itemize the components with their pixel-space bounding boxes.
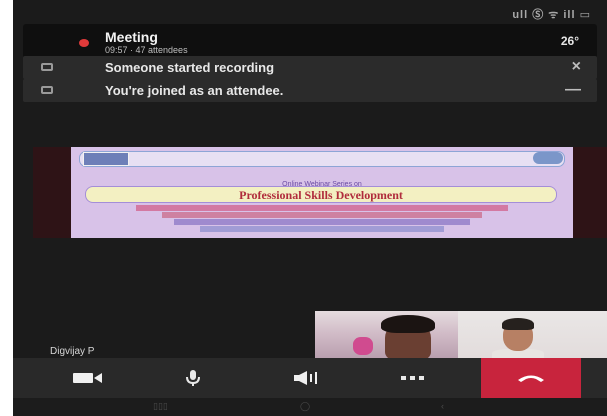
video-camera-icon bbox=[73, 373, 102, 383]
presentation-slide: Online Webinar Series on Professional Sk… bbox=[71, 147, 573, 238]
slide-title-box: Professional Skills Development bbox=[85, 186, 557, 203]
recording-notification: Someone started recording × bbox=[23, 56, 597, 79]
slide-header-bar bbox=[79, 151, 565, 167]
more-options-button[interactable] bbox=[368, 358, 458, 398]
teams-call-screen: ⁠ull Ⓢ ᯤ ⁠ill ▭ Meeting 09:57 · 47 atten… bbox=[13, 0, 607, 416]
meeting-duration-attendees: 09:57 · 47 attendees bbox=[105, 45, 188, 55]
dismiss-attendee-notification-button[interactable]: — bbox=[565, 81, 581, 99]
more-icon bbox=[401, 376, 424, 380]
close-recording-notification-button[interactable]: × bbox=[572, 58, 581, 76]
android-navigation-bar: ▯▯▯ ◯ ‹ bbox=[13, 398, 607, 416]
attendee-notification-text: You're joined as an attendee. bbox=[105, 83, 284, 98]
self-video-thumbnail[interactable] bbox=[458, 311, 607, 358]
slide-logo-left bbox=[83, 152, 129, 166]
meeting-temperature: 26° bbox=[560, 34, 579, 48]
back-nav-icon[interactable]: ‹ bbox=[441, 401, 444, 411]
participant-name: Digvijay P bbox=[50, 346, 95, 357]
microphone-icon bbox=[186, 370, 200, 386]
slide-detail-line bbox=[136, 205, 508, 211]
speaker-icon bbox=[294, 371, 317, 385]
slide-detail-line bbox=[199, 226, 445, 232]
camera-button[interactable] bbox=[43, 358, 133, 398]
meeting-title: Meeting bbox=[105, 29, 158, 45]
speaker-button[interactable] bbox=[263, 358, 353, 398]
participant-video-thumbnail[interactable] bbox=[315, 311, 458, 358]
microphone-button[interactable] bbox=[148, 358, 238, 398]
shared-content-area[interactable]: Online Webinar Series on Professional Sk… bbox=[33, 147, 607, 238]
recording-icon bbox=[41, 63, 53, 71]
meeting-header[interactable]: Meeting 09:57 · 47 attendees 26° bbox=[23, 24, 597, 60]
recents-nav-icon[interactable]: ▯▯▯ bbox=[153, 401, 168, 412]
participant-hair bbox=[502, 318, 534, 330]
slide-detail-line bbox=[174, 219, 470, 225]
info-icon bbox=[41, 86, 53, 94]
home-nav-icon[interactable]: ◯ bbox=[300, 401, 310, 412]
slide-logo-right bbox=[533, 152, 563, 164]
slide-detail-line bbox=[161, 212, 483, 218]
phone-hangup-icon bbox=[518, 375, 544, 382]
status-bar: ⁠ull Ⓢ ᯤ ⁠ill ▭ bbox=[13, 0, 607, 24]
recording-dot-icon bbox=[79, 39, 89, 47]
slide-title: Professional Skills Development bbox=[239, 188, 403, 202]
slide-details bbox=[111, 204, 533, 232]
status-indicators: ⁠ull Ⓢ ᯤ ⁠ill ▭ bbox=[512, 9, 591, 21]
attendee-notification: You're joined as an attendee. — bbox=[23, 79, 597, 102]
participant-hand bbox=[353, 337, 373, 355]
call-controls-bar bbox=[13, 358, 607, 398]
recording-notification-text: Someone started recording bbox=[105, 60, 275, 75]
hang-up-button[interactable] bbox=[481, 358, 581, 398]
participant-hair bbox=[381, 315, 435, 333]
